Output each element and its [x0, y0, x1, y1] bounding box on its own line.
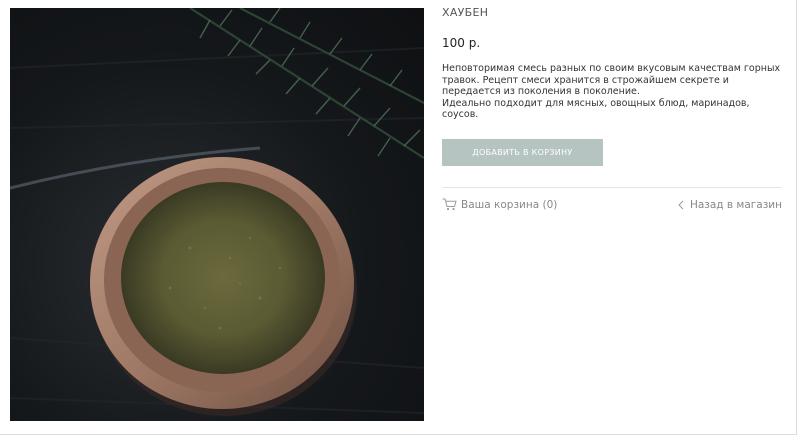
product-photo [10, 8, 424, 421]
product-description: Неповторимая смесь разных по своим вкусо… [442, 63, 782, 121]
product-title: ХАУБЕН [442, 6, 489, 19]
cart-icon [442, 198, 457, 211]
back-to-shop-link[interactable]: Назад в магазин [678, 199, 782, 211]
description-paragraph: Неповторимая смесь разных по своим вкусо… [442, 63, 781, 97]
chevron-left-icon [678, 200, 684, 210]
add-to-cart-button[interactable]: ДОБАВИТЬ В КОРЗИНУ [442, 139, 603, 166]
cart-link-label: Ваша корзина (0) [461, 198, 558, 211]
back-link-label: Назад в магазин [689, 199, 782, 211]
divider [442, 187, 782, 188]
cart-link[interactable]: Ваша корзина (0) [442, 198, 557, 211]
product-price: 100 р. [442, 36, 481, 50]
description-paragraph: Идеально подходит для мясных, овощных бл… [442, 97, 750, 121]
